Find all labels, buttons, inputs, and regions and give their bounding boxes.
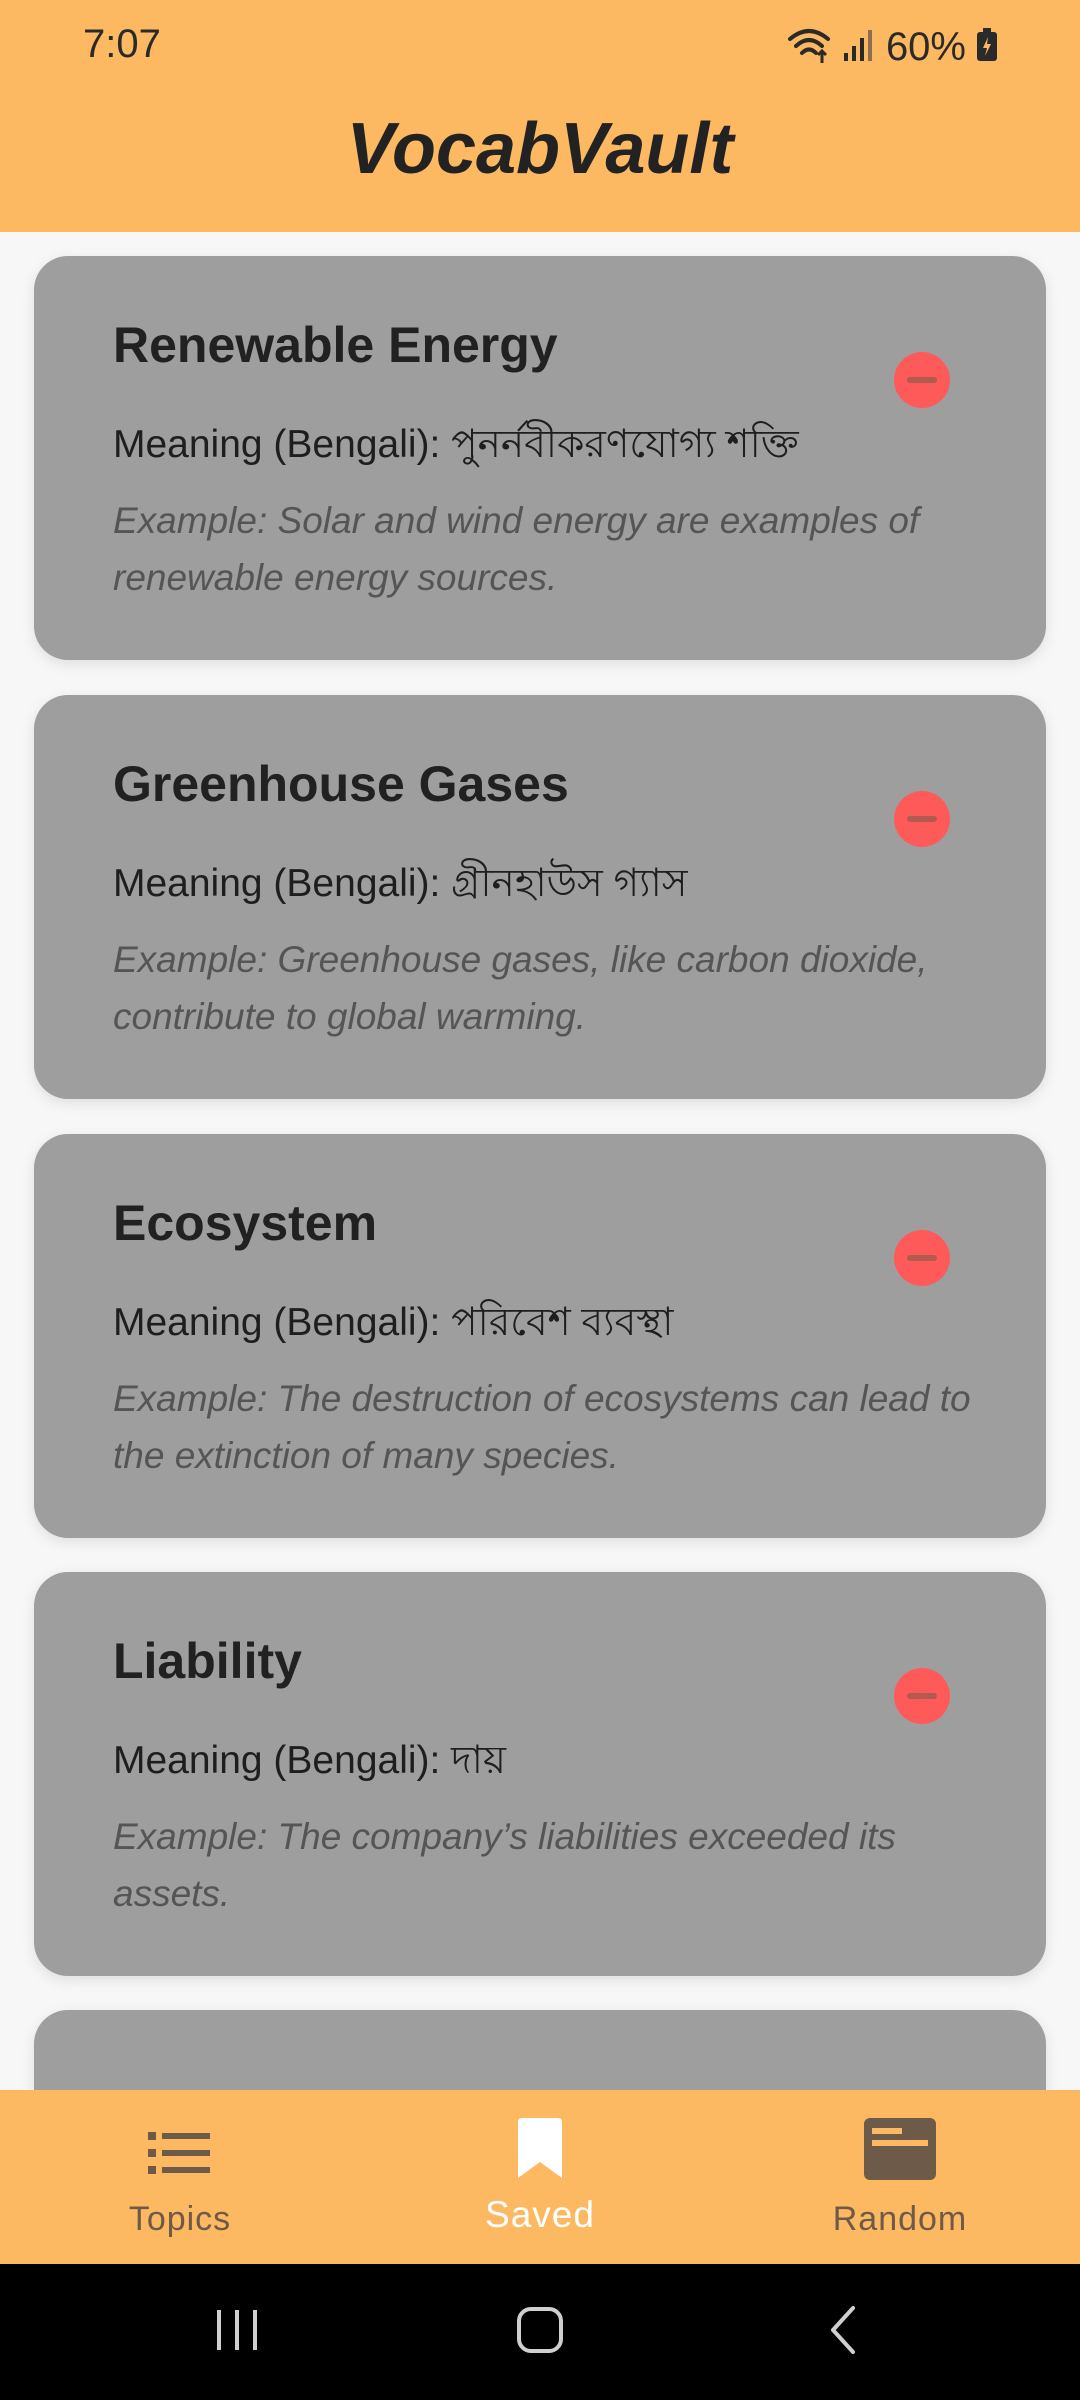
minus-icon <box>907 377 937 383</box>
word-meaning: Meaning (Bengali): পরিবেশ ব্যবস্থা <box>113 1301 674 1344</box>
battery-icon <box>976 27 998 67</box>
word-title: Liability <box>113 1633 302 1689</box>
bottom-navigation: Topics Saved Random <box>0 2090 1080 2264</box>
status-icons: 60% <box>786 22 998 72</box>
word-example: Example: Solar and wind energy are examp… <box>113 500 920 598</box>
list-icon <box>148 2130 212 2181</box>
nav-label-saved: Saved <box>485 2194 595 2235</box>
word-meaning: Meaning (Bengali): পুনর্নবীকরণযোগ্য শক্ত… <box>113 423 799 466</box>
word-card: Ecosystem Meaning (Bengali): পরিবেশ ব্যব… <box>34 1134 1046 1538</box>
bookmark-icon <box>516 2118 564 2185</box>
word-meaning: Meaning (Bengali): দায় <box>113 1739 506 1782</box>
minus-icon <box>907 1693 937 1699</box>
app-title: VocabVault <box>346 109 734 189</box>
word-title: Renewable Energy <box>113 317 558 373</box>
battery-percent: 60% <box>885 24 966 69</box>
word-card: Greenhouse Gases Meaning (Bengali): গ্রী… <box>34 695 1046 1099</box>
nav-saved[interactable]: Saved <box>360 2090 720 2264</box>
remove-button[interactable] <box>894 1668 950 1724</box>
minus-icon <box>907 1255 937 1261</box>
saved-word-list[interactable]: Renewable Energy Meaning (Bengali): পুনর… <box>0 232 1080 2090</box>
word-example: Example: Greenhouse gases, like carbon d… <box>113 939 928 1037</box>
word-meaning: Meaning (Bengali): গ্রীনহাউস গ্যাস <box>113 862 688 905</box>
recent-apps-icon <box>214 2308 260 2357</box>
wifi-icon <box>786 25 832 70</box>
app-header: 7:07 60% VocabVault <box>0 0 1080 232</box>
home-icon <box>516 2306 564 2359</box>
back-button[interactable] <box>763 2264 923 2400</box>
word-title: Ecosystem <box>113 1195 378 1251</box>
word-card: Liability Meaning (Bengali): দায় Exampl… <box>34 1572 1046 1976</box>
minus-icon <box>907 816 937 822</box>
system-navigation-bar <box>0 2264 1080 2400</box>
remove-button[interactable] <box>894 791 950 847</box>
nav-random[interactable]: Random <box>720 2090 1080 2264</box>
nav-topics[interactable]: Topics <box>0 2090 360 2264</box>
word-example: Example: The destruction of ecosystems c… <box>113 1378 971 1476</box>
remove-button[interactable] <box>894 1230 950 1286</box>
word-card: Renewable Energy Meaning (Bengali): পুনর… <box>34 256 1046 660</box>
home-button[interactable] <box>460 2264 620 2400</box>
card-icon <box>864 2118 936 2185</box>
nav-label-topics: Topics <box>128 2200 232 2238</box>
recent-apps-button[interactable] <box>157 2264 317 2400</box>
status-time: 7:07 <box>83 22 161 66</box>
word-card-partial <box>34 2010 1046 2090</box>
remove-button[interactable] <box>894 352 950 408</box>
nav-label-random: Random <box>832 2200 968 2238</box>
signal-icon <box>842 27 876 68</box>
word-example: Example: The company’s liabilities excee… <box>113 1816 896 1914</box>
word-title: Greenhouse Gases <box>113 756 569 812</box>
back-icon <box>828 2305 858 2360</box>
